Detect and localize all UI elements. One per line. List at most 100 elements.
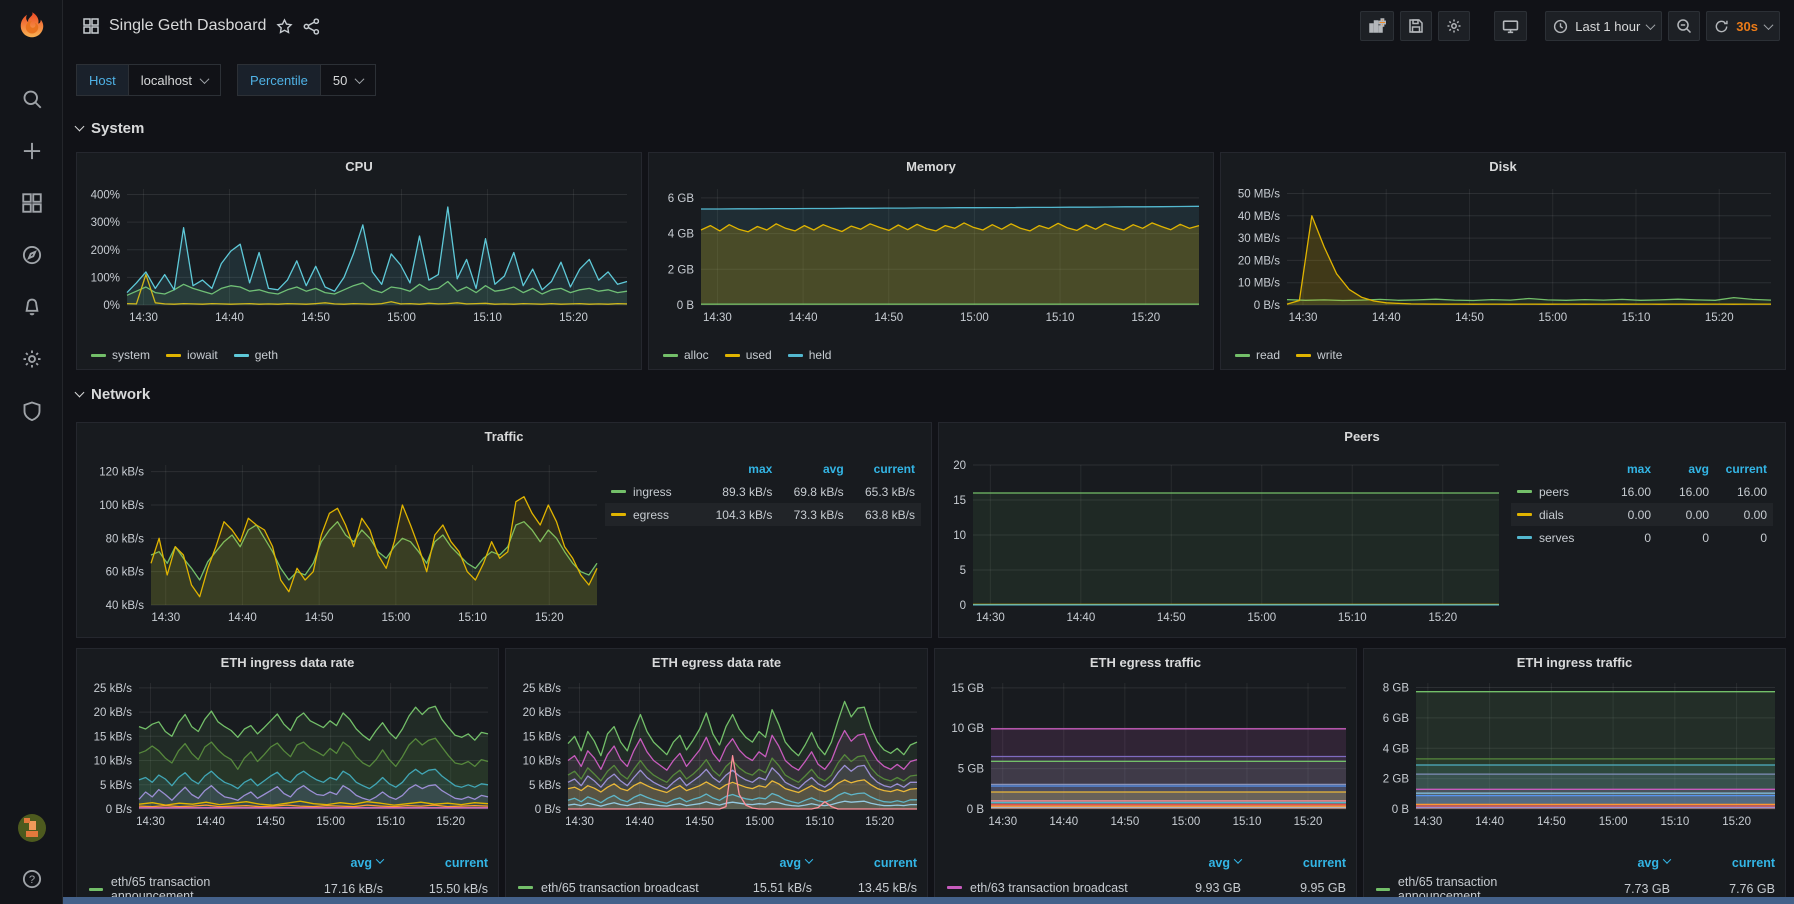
legend-item-write[interactable]: write: [1296, 348, 1342, 362]
legend-sort-avg[interactable]: avg: [712, 856, 812, 870]
legend-series-ingress[interactable]: ingress: [611, 485, 701, 499]
legend-item-held[interactable]: held: [788, 348, 832, 362]
traffic-chart[interactable]: 40 kB/s60 kB/s80 kB/s100 kB/s120 kB/s14:…: [83, 451, 603, 631]
panel-eth-egress-traffic: ETH egress traffic 0 B5 GB10 GB15 GB14:3…: [934, 648, 1357, 904]
svg-text:5 kB/s: 5 kB/s: [100, 780, 132, 792]
save-dashboard-button[interactable]: [1400, 11, 1432, 41]
series-color-dash: [234, 354, 249, 357]
legend-sort-max[interactable]: max: [1593, 462, 1651, 476]
panel-title[interactable]: ETH egress traffic: [935, 649, 1356, 675]
dashboard-settings-button[interactable]: [1438, 11, 1470, 41]
refresh-button[interactable]: 30s: [1706, 11, 1780, 41]
legend-sort-avg[interactable]: avg: [1570, 856, 1670, 870]
legend-series-serves[interactable]: serves: [1517, 531, 1593, 545]
legend-row-ingress: ingress89.3 kB/s69.8 kB/s65.3 kB/s: [605, 480, 921, 503]
panel-title[interactable]: Traffic: [77, 423, 931, 449]
series-color-dash: [947, 886, 962, 889]
legend-item-geth[interactable]: geth: [234, 348, 278, 362]
legend-value: 9.93 GB: [1141, 881, 1241, 895]
legend-item-alloc[interactable]: alloc: [663, 348, 709, 362]
legend-series-egress[interactable]: egress: [611, 508, 701, 522]
panel-title[interactable]: CPU: [77, 153, 641, 179]
legend-item-system[interactable]: system: [91, 348, 150, 362]
eth-egress-data-rate-chart[interactable]: 0 B/s5 kB/s10 kB/s15 kB/s20 kB/s25 kB/s1…: [510, 675, 923, 831]
panel-eth-ingress-traffic: ETH ingress traffic 0 B2 GB4 GB6 GB8 GB1…: [1363, 648, 1786, 904]
variable-percentile-label[interactable]: Percentile: [237, 64, 320, 96]
share-icon[interactable]: [303, 18, 320, 35]
plus-icon[interactable]: [21, 140, 43, 162]
explore-compass-icon[interactable]: [21, 244, 43, 266]
svg-text:15:20: 15:20: [559, 312, 588, 324]
svg-text:4 GB: 4 GB: [1383, 743, 1410, 755]
legend-sort-avg[interactable]: avg: [1141, 856, 1241, 870]
legend-sort-current[interactable]: current: [383, 856, 488, 870]
alerting-bell-icon[interactable]: [21, 296, 43, 318]
legend-item-used[interactable]: used: [725, 348, 772, 362]
eth-ingress-traffic-chart[interactable]: 0 B2 GB4 GB6 GB8 GB14:3014:4014:5015:001…: [1368, 675, 1781, 831]
panel-title[interactable]: Peers: [939, 423, 1785, 449]
svg-text:15:00: 15:00: [1538, 312, 1567, 324]
panel-title[interactable]: ETH egress data rate: [506, 649, 927, 675]
eth-egress-traffic-chart[interactable]: 0 B5 GB10 GB15 GB14:3014:4014:5015:0015:…: [939, 675, 1352, 831]
help-icon[interactable]: ?: [21, 868, 43, 890]
svg-text:14:50: 14:50: [301, 312, 330, 324]
svg-text:2 GB: 2 GB: [1383, 774, 1410, 786]
variable-percentile-value[interactable]: 50: [320, 64, 376, 96]
cycle-view-tv-button[interactable]: [1494, 11, 1527, 41]
dashboard-title[interactable]: Single Geth Dasboard: [109, 17, 266, 35]
legend-sort-avg[interactable]: avg: [283, 856, 383, 870]
svg-text:15:00: 15:00: [1599, 816, 1628, 828]
star-icon[interactable]: [276, 18, 293, 35]
variable-host-label[interactable]: Host: [76, 64, 128, 96]
peers-chart[interactable]: 0510152014:3014:4014:5015:0015:1015:20: [945, 451, 1505, 631]
svg-text:15:10: 15:10: [1660, 816, 1689, 828]
cpu-chart[interactable]: 0%100%200%300%400%14:3014:4014:5015:0015…: [83, 181, 635, 329]
legend-series[interactable]: eth/65 transaction broadcast: [518, 881, 712, 895]
panel-title[interactable]: Memory: [649, 153, 1213, 179]
legend-sort-avg[interactable]: avg: [1651, 462, 1709, 476]
dashboards-grid-icon[interactable]: [21, 192, 43, 214]
legend-item-read[interactable]: read: [1235, 348, 1280, 362]
legend-row-dials: dials0.000.000.00: [1511, 503, 1773, 526]
chart-canvas: 0 B/s5 kB/s10 kB/s15 kB/s20 kB/s25 kB/s1…: [81, 675, 494, 831]
legend-value: 63.8 kB/s: [844, 508, 915, 522]
memory-chart[interactable]: 0 B2 GB4 GB6 GB14:3014:4014:5015:0015:10…: [655, 181, 1207, 329]
legend-value: 17.16 kB/s: [283, 882, 383, 896]
legend-sort-current[interactable]: current: [1241, 856, 1346, 870]
svg-text:20: 20: [953, 460, 966, 472]
search-icon[interactable]: [21, 88, 43, 110]
legend-sort-current[interactable]: current: [1709, 462, 1767, 476]
section-network[interactable]: Network: [76, 386, 150, 403]
panel-title[interactable]: ETH ingress traffic: [1364, 649, 1785, 675]
svg-text:14:30: 14:30: [976, 612, 1005, 624]
server-admin-shield-icon[interactable]: [21, 400, 43, 422]
panel-title[interactable]: ETH ingress data rate: [77, 649, 498, 675]
variable-percentile: Percentile 50: [237, 64, 376, 96]
user-avatar[interactable]: [18, 814, 46, 842]
legend-sort-current[interactable]: current: [1670, 856, 1775, 870]
section-system[interactable]: System: [76, 120, 144, 137]
legend-label: geth: [255, 348, 278, 362]
panel-disk: Disk 0 B/s10 MB/s20 MB/s30 MB/s40 MB/s50…: [1220, 152, 1786, 370]
svg-text:15:10: 15:10: [1046, 312, 1075, 324]
zoom-out-time-button[interactable]: [1668, 11, 1700, 41]
add-panel-button[interactable]: [1360, 11, 1394, 41]
legend-sort-current[interactable]: current: [812, 856, 917, 870]
grafana-logo[interactable]: [0, 0, 63, 52]
time-range-picker[interactable]: Last 1 hour: [1545, 11, 1662, 41]
legend-sort-current[interactable]: current: [844, 462, 915, 476]
legend-value: 7.76 GB: [1670, 882, 1775, 896]
eth-ingress-data-rate-chart[interactable]: 0 B/s5 kB/s10 kB/s15 kB/s20 kB/s25 kB/s1…: [81, 675, 494, 831]
disk-chart[interactable]: 0 B/s10 MB/s20 MB/s30 MB/s40 MB/s50 MB/s…: [1227, 181, 1779, 329]
legend-sort-max[interactable]: max: [701, 462, 772, 476]
legend-value: 15.51 kB/s: [712, 881, 812, 895]
legend-series[interactable]: eth/63 transaction broadcast: [947, 881, 1141, 895]
legend-sort-avg[interactable]: avg: [772, 462, 843, 476]
legend-series-dials[interactable]: dials: [1517, 508, 1593, 522]
configuration-gear-icon[interactable]: [21, 348, 43, 370]
variable-host-value[interactable]: localhost: [128, 64, 221, 96]
legend-item-iowait[interactable]: iowait: [166, 348, 218, 362]
variable-host: Host localhost: [76, 64, 221, 96]
panel-title[interactable]: Disk: [1221, 153, 1785, 179]
legend-series-peers[interactable]: peers: [1517, 485, 1593, 499]
